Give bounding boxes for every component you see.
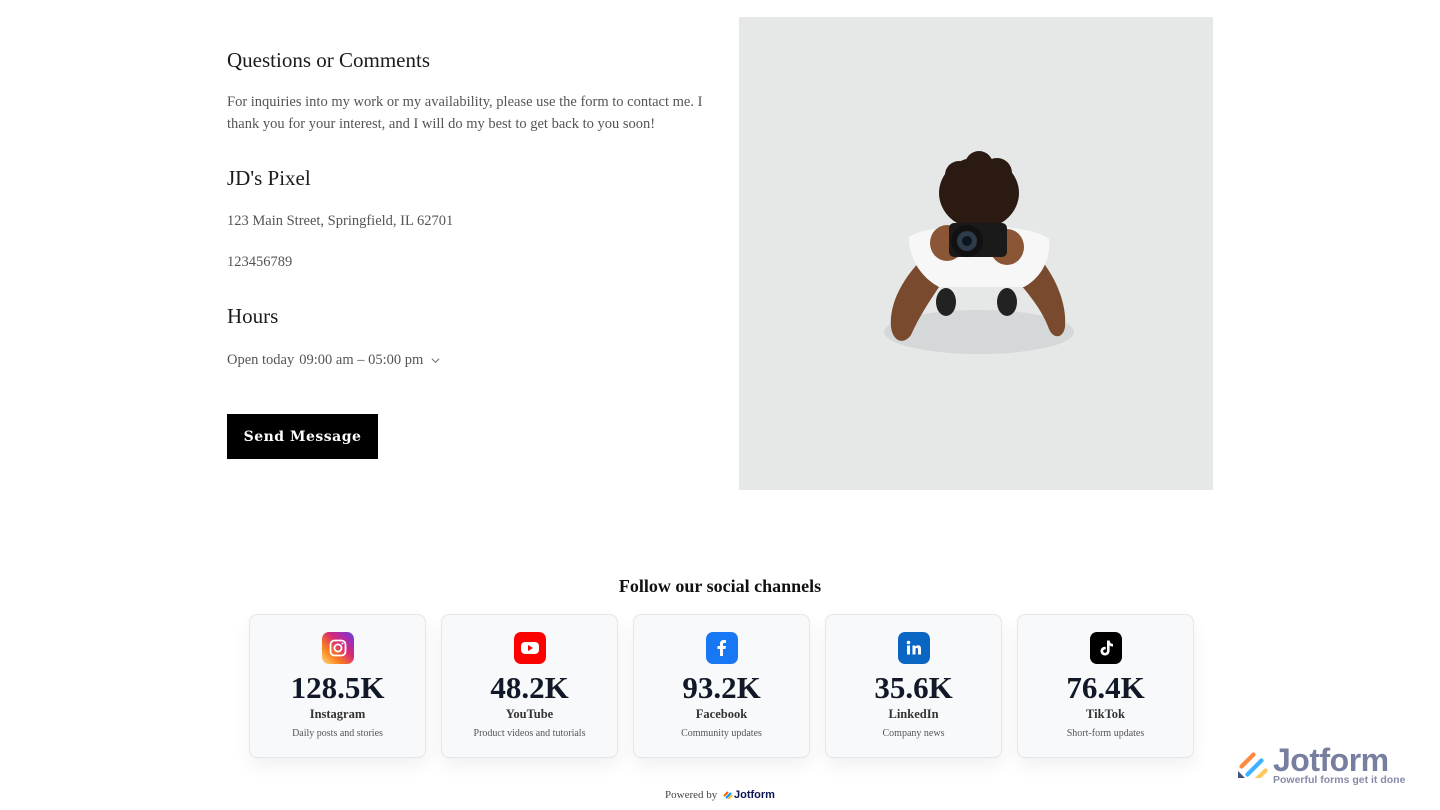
channel-desc: Product videos and tutorials <box>473 728 586 739</box>
follower-count: 93.2K <box>682 670 761 705</box>
channel-desc: Short-form updates <box>1066 728 1145 739</box>
business-name: JD's Pixel <box>227 166 311 190</box>
phone-number: 123456789 <box>227 254 293 270</box>
follower-count: 48.2K <box>490 670 569 705</box>
follower-count: 76.4K <box>1066 670 1145 705</box>
youtube-icon <box>513 632 546 664</box>
social-card-instagram[interactable]: 128.5K Instagram Daily posts and stories <box>249 614 426 758</box>
social-card-tiktok[interactable]: 76.4K TikTok Short-form updates <box>1017 614 1194 758</box>
page: Questions or Comments For inquiries into… <box>0 0 1440 810</box>
send-message-button[interactable]: Send Message <box>227 414 378 459</box>
jotform-logo-icon <box>1238 752 1268 778</box>
hours-heading: Hours <box>227 304 279 328</box>
social-card-youtube[interactable]: 48.2K YouTube Product videos and tutoria… <box>441 614 618 758</box>
questions-heading: Questions or Comments <box>227 48 430 72</box>
channel-name: Facebook <box>695 707 748 721</box>
powered-by-label: Powered by <box>665 789 718 801</box>
channel-name: Instagram <box>309 707 366 721</box>
linkedin-icon <box>897 632 930 664</box>
social-title: Follow our social channels <box>618 576 822 596</box>
hours-dropdown[interactable]: Open today 09:00 am – 05:00 pm <box>227 349 440 371</box>
facebook-icon <box>705 632 738 664</box>
photographer-illustration <box>884 151 1074 354</box>
social-card-linkedin[interactable]: 35.6K LinkedIn Company news <box>825 614 1002 758</box>
chevron-down-icon <box>431 357 440 363</box>
questions-text: For inquiries into my work or my availab… <box>227 94 703 132</box>
social-card-facebook[interactable]: 93.2K Facebook Community updates <box>633 614 810 758</box>
follower-count: 128.5K <box>290 670 385 705</box>
channel-name: LinkedIn <box>888 707 939 721</box>
hours-status: Open today <box>227 352 295 368</box>
channel-desc: Company news <box>882 728 945 739</box>
jotform-badge[interactable]: Jotform Powerful forms get it done <box>1236 742 1406 788</box>
powered-by-footer[interactable]: Powered by Jotform <box>0 789 1440 801</box>
channel-name: TikTok <box>1086 707 1125 721</box>
instagram-icon <box>321 632 354 664</box>
tiktok-icon <box>1089 632 1122 664</box>
follower-count: 35.6K <box>874 670 953 705</box>
channel-desc: Daily posts and stories <box>292 728 383 739</box>
photographer-image <box>739 17 1213 490</box>
address: 123 Main Street, Springfield, IL 62701 <box>227 213 454 229</box>
powered-by-brand: Jotform <box>734 789 775 801</box>
jotform-badge-tagline: Powerful forms get it done <box>1273 774 1406 786</box>
channel-desc: Community updates <box>681 728 762 739</box>
channel-name: YouTube <box>505 707 554 721</box>
social-cards: 128.5K Instagram Daily posts and stories… <box>249 614 1194 758</box>
hours-range: 09:00 am – 05:00 pm <box>299 352 424 368</box>
jotform-logo-icon <box>723 791 733 800</box>
